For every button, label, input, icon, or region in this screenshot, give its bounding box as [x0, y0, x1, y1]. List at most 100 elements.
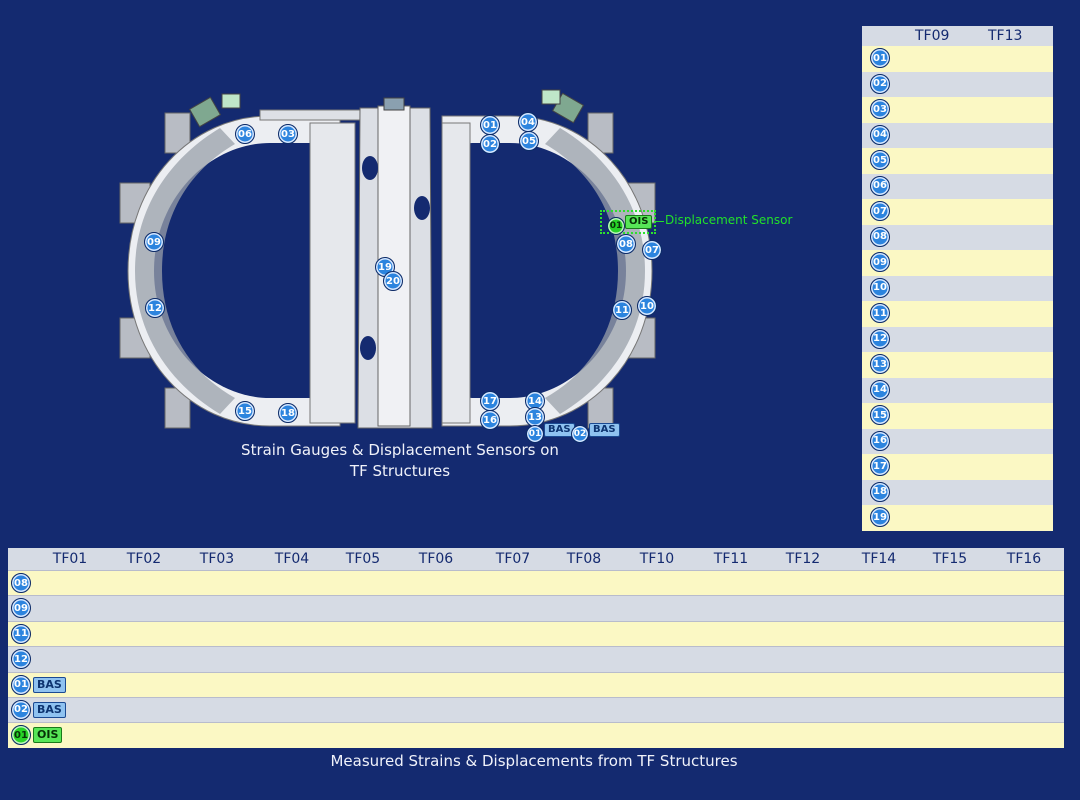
- leader-line: [655, 221, 664, 222]
- bas-tag: BAS: [589, 423, 620, 437]
- right-tf-coil: [441, 89, 656, 429]
- table-row[interactable]: 01: [862, 46, 1053, 72]
- row-sensor-marker: 03: [870, 99, 890, 119]
- diagram-caption-line2: TF Structures: [349, 462, 451, 480]
- strain-gauge-marker[interactable]: 11: [612, 300, 632, 320]
- row-sensor-marker: 13: [870, 354, 890, 374]
- table-row[interactable]: 08: [8, 570, 1064, 596]
- column-header: TF11: [713, 551, 749, 567]
- ois-sensor-marker: 01: [607, 217, 625, 235]
- table-row[interactable]: 04: [862, 122, 1053, 148]
- strain-gauge-marker[interactable]: 18: [278, 403, 298, 423]
- table-header: TF01 TF02 TF03 TF04 TF05 TF06 TF07 TF08 …: [8, 548, 1064, 570]
- table-row[interactable]: 12: [8, 646, 1064, 672]
- bas-tag: BAS: [544, 423, 575, 437]
- table-row[interactable]: 11: [8, 620, 1064, 647]
- column-header: TF16: [1006, 551, 1042, 567]
- column-header: TF01: [52, 551, 88, 567]
- table-row[interactable]: 07: [862, 199, 1053, 225]
- row-sensor-marker: 10: [870, 277, 890, 298]
- table-row[interactable]: 06: [862, 173, 1053, 199]
- row-sensor-marker: 12: [870, 328, 890, 349]
- strain-gauge-marker[interactable]: 10: [637, 296, 657, 316]
- table-row[interactable]: 12: [862, 326, 1053, 352]
- row-sensor-marker: 19: [870, 507, 890, 527]
- row-sensor-marker: 02: [11, 699, 31, 720]
- column-header: TF06: [418, 551, 454, 567]
- table-row[interactable]: 17: [862, 454, 1053, 480]
- column-header: TF10: [639, 551, 675, 567]
- column-header: TF04: [274, 551, 310, 567]
- table-row[interactable]: 16: [862, 428, 1053, 454]
- strain-gauge-marker[interactable]: 17: [480, 391, 500, 411]
- table-row[interactable]: 02 BAS: [8, 696, 1064, 723]
- row-sensor-marker: 06: [870, 175, 890, 196]
- strain-gauge-marker[interactable]: 06: [235, 124, 255, 144]
- table-row[interactable]: 19: [862, 505, 1053, 531]
- strain-gauge-marker[interactable]: 02: [480, 134, 500, 154]
- row-sensor-marker: 15: [870, 405, 890, 425]
- central-column: [357, 97, 433, 429]
- strain-gauge-marker[interactable]: 15: [235, 401, 255, 421]
- left-tf-coil: [119, 93, 361, 429]
- table-row[interactable]: 18: [862, 479, 1053, 505]
- row-sensor-marker: 11: [870, 303, 890, 323]
- ois-tag: OIS: [625, 215, 653, 229]
- row-sensor-marker: 12: [11, 649, 31, 670]
- tf09-tf13-table: TF09 TF13 01 02 03 04 05 06 07 08 09 10 …: [862, 26, 1053, 531]
- table-row[interactable]: 01 OIS: [8, 722, 1064, 748]
- column-header: TF15: [932, 551, 968, 567]
- row-sensor-marker: 01: [870, 48, 890, 68]
- column-header-tf13: TF13: [988, 28, 1023, 44]
- column-header: TF03: [199, 551, 235, 567]
- strain-gauge-marker[interactable]: 16: [480, 410, 500, 430]
- table-row[interactable]: 11: [862, 301, 1053, 327]
- row-sensor-marker: 16: [870, 430, 890, 451]
- row-sensor-marker: 05: [870, 150, 890, 170]
- table-row[interactable]: 01 BAS: [8, 671, 1064, 697]
- table-header: TF09 TF13: [862, 26, 1053, 46]
- bottom-table-caption: Measured Strains & Displacements from TF…: [330, 752, 738, 770]
- row-sensor-marker: 17: [870, 456, 890, 476]
- row-sensor-marker: 09: [870, 252, 890, 272]
- strain-gauge-marker[interactable]: 20: [383, 271, 403, 291]
- strain-gauge-marker[interactable]: 12: [145, 298, 165, 318]
- table-row[interactable]: 05: [862, 148, 1053, 174]
- strain-gauge-marker[interactable]: 01: [480, 115, 500, 135]
- table-row[interactable]: 08: [862, 224, 1053, 250]
- strain-gauge-marker[interactable]: 07: [642, 240, 662, 260]
- row-sensor-marker-green: 01: [11, 725, 31, 746]
- row-sensor-marker: 04: [870, 124, 890, 145]
- ois-tag: OIS: [33, 727, 63, 744]
- table-row[interactable]: 15: [862, 403, 1053, 429]
- row-sensor-marker: 18: [870, 481, 890, 502]
- strain-gauge-marker[interactable]: 04: [518, 112, 538, 132]
- column-header: TF12: [785, 551, 821, 567]
- row-sensor-marker: 02: [870, 73, 890, 94]
- table-row[interactable]: 13: [862, 352, 1053, 378]
- bas-sensor-01[interactable]: 01 BAS: [526, 421, 575, 443]
- strain-gauge-marker[interactable]: 05: [519, 131, 539, 151]
- column-header: TF02: [126, 551, 162, 567]
- bas-sensor-02[interactable]: 02 BAS: [571, 421, 620, 443]
- table-row[interactable]: 14: [862, 377, 1053, 403]
- strain-gauge-marker[interactable]: 08: [616, 234, 636, 254]
- table-row[interactable]: 10: [862, 275, 1053, 301]
- column-header: TF08: [566, 551, 602, 567]
- table-row[interactable]: 09: [8, 595, 1064, 621]
- displacement-sensor-label: Displacement Sensor: [665, 213, 793, 227]
- strain-gauge-marker[interactable]: 03: [278, 124, 298, 144]
- table-row[interactable]: 03: [862, 97, 1053, 123]
- ois-sensor-01[interactable]: 01 OIS: [607, 213, 653, 235]
- table-row[interactable]: 02: [862, 71, 1053, 97]
- column-header: TF05: [345, 551, 381, 567]
- row-sensor-marker: 14: [870, 379, 890, 400]
- strain-gauge-marker[interactable]: 09: [144, 232, 164, 252]
- diagram-caption-line1: Strain Gauges & Displacement Sensors on: [241, 441, 559, 459]
- column-header: TF14: [861, 551, 897, 567]
- row-sensor-marker: 08: [870, 226, 890, 247]
- bas-tag: BAS: [33, 676, 66, 693]
- table-row[interactable]: 09: [862, 250, 1053, 276]
- row-sensor-marker: 09: [11, 598, 31, 619]
- row-sensor-marker: 07: [870, 201, 890, 221]
